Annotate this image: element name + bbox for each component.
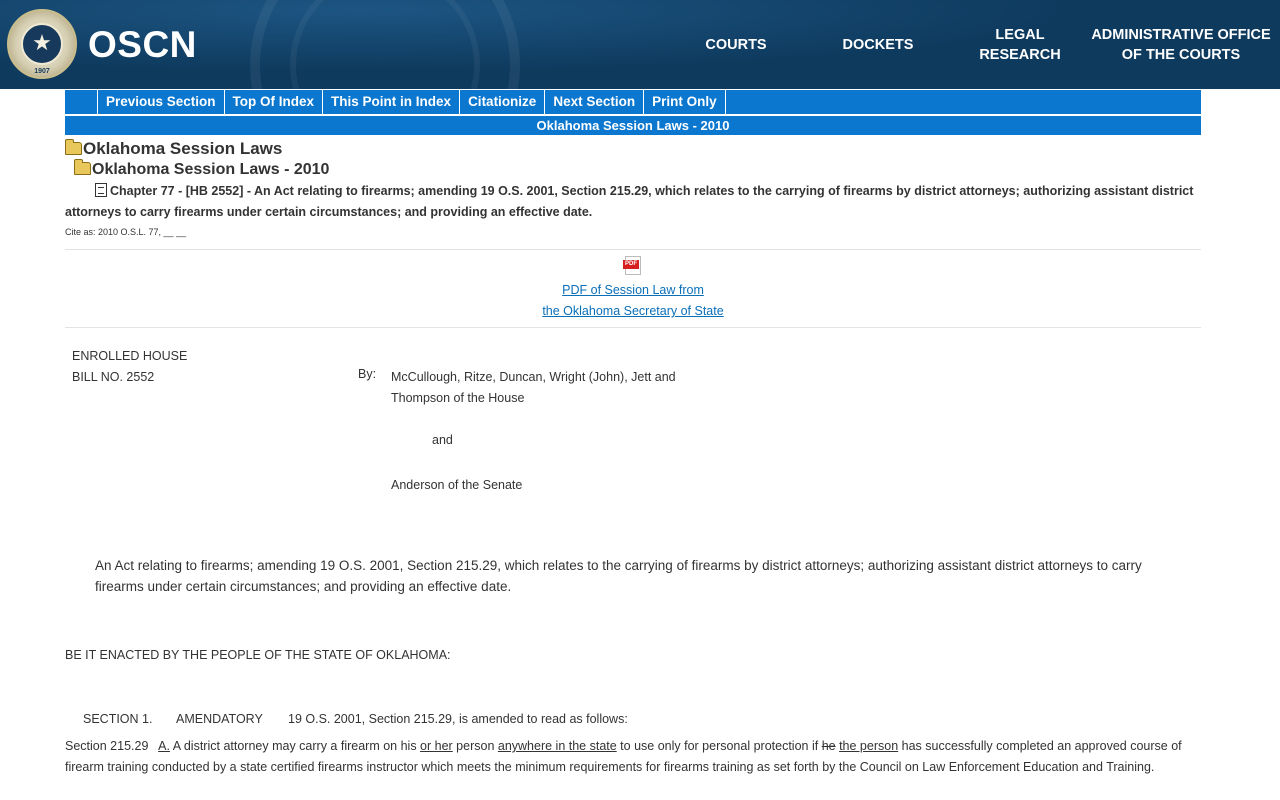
nav-courts[interactable]: COURTS [665, 0, 807, 89]
nav-legal-research[interactable]: LEGAL RESEARCH [949, 0, 1091, 89]
next-section-link[interactable]: Next Section [545, 90, 645, 114]
breadcrumb-level1[interactable]: Oklahoma Session Laws [65, 138, 1201, 160]
bill-info: ENROLLED HOUSE BILL NO. 2552 By: McCullo… [65, 328, 1201, 548]
site-header: ★ 1907 OSCN COURTS DOCKETS LEGAL RESEARCH… [0, 0, 1280, 89]
by-label: By: [358, 367, 377, 381]
main-content: Oklahoma Session Laws Oklahoma Session L… [65, 138, 1201, 778]
nav-legal-research-label: LEGAL RESEARCH [979, 26, 1061, 63]
chapter-label: Chapter 77 [110, 184, 175, 198]
seal-year: 1907 [34, 68, 50, 75]
chapter-bill: [HB 2552] [185, 184, 244, 198]
star-icon: ★ [32, 30, 52, 55]
house-sponsors: McCullough, Ritze, Duncan, Wright (John)… [391, 370, 676, 405]
nav-administrative-office-label: ADMINISTRATIVE OFFICE OF THE COURTS [1091, 26, 1271, 63]
top-of-index-link[interactable]: Top Of Index [225, 90, 324, 114]
supreme-court-seal-logo[interactable]: ★ 1907 [7, 9, 77, 79]
chapter-heading: Chapter 77 - [HB 2552] - An Act relating… [65, 183, 1194, 219]
pdf-session-law-link-line1[interactable]: PDF of Session Law from [65, 280, 1201, 301]
senate-sponsors: Anderson of the Senate [391, 478, 523, 492]
previous-section-link[interactable]: Previous Section [98, 90, 225, 114]
folder-open-icon [74, 159, 91, 175]
seal-watermark-inner [290, 0, 480, 89]
bill-number: ENROLLED HOUSE BILL NO. 2552 [72, 349, 188, 384]
nav-dockets[interactable]: DOCKETS [807, 0, 949, 89]
pdf-icon[interactable]: PDF [623, 256, 641, 275]
main-nav: COURTS DOCKETS LEGAL RESEARCH ADMINISTRAT… [665, 0, 1271, 89]
section-body: Section 215.29 A. A district attorney ma… [65, 739, 1182, 774]
section-label: SECTION 1. [83, 712, 153, 726]
document-icon [95, 183, 107, 197]
citationize-link[interactable]: Citationize [460, 90, 546, 114]
toolbar-spacer [65, 90, 98, 114]
cite-as: Cite as: 2010 O.S.L. 77, __ __ [65, 227, 187, 237]
document-title-bar: Oklahoma Session Laws - 2010 [65, 116, 1201, 135]
and-label: and [432, 433, 453, 447]
print-only-link[interactable]: Print Only [644, 90, 726, 114]
enacting-clause: BE IT ENACTED BY THE PEOPLE OF THE STATE… [65, 648, 451, 662]
pdf-session-law-link-line2[interactable]: the Oklahoma Secretary of State [65, 301, 1201, 322]
breadcrumb-level2-label: Oklahoma Session Laws - 2010 [92, 161, 330, 178]
folder-open-icon [65, 139, 82, 155]
pdf-block: PDF PDF of Session Law from the Oklahoma… [65, 250, 1201, 327]
oscn-brand-link[interactable]: OSCN [88, 22, 197, 68]
section-type: AMENDATORY [176, 712, 263, 726]
act-summary: An Act relating to firearms; amending 19… [95, 558, 1142, 594]
nav-administrative-office[interactable]: ADMINISTRATIVE OFFICE OF THE COURTS [1091, 0, 1271, 89]
this-point-in-index-link[interactable]: This Point in Index [323, 90, 461, 114]
section-text: 19 O.S. 2001, Section 215.29, is amended… [288, 712, 628, 726]
section-heading: SECTION 1. AMENDATORY 19 O.S. 2001, Sectio… [65, 712, 1201, 726]
breadcrumb-level1-label: Oklahoma Session Laws [83, 139, 283, 158]
section-toolbar: Previous Section Top Of Index This Point… [65, 89, 1201, 114]
breadcrumb-level2[interactable]: Oklahoma Session Laws - 2010 [74, 159, 1201, 180]
seal-center: ★ [21, 23, 63, 65]
